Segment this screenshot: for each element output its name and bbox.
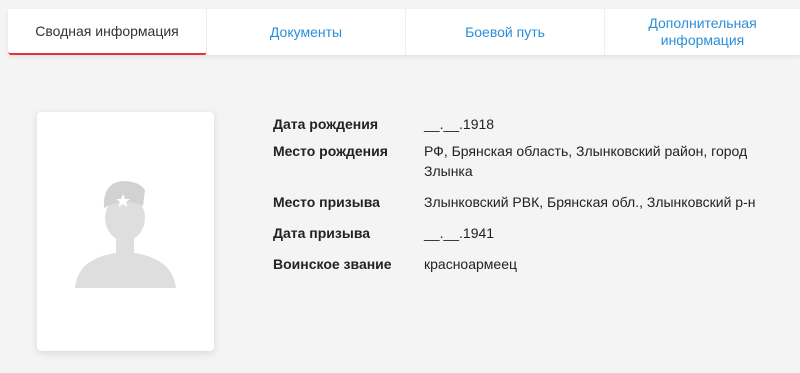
tab-combat-path-label: Боевой путь [465, 23, 545, 40]
tab-documents[interactable]: Документы [207, 9, 406, 55]
birth-place-value: РФ, Брянская область, Злынковский район,… [424, 143, 748, 179]
info-row-birth-place: Место рождения РФ, Брянская область, Злы… [273, 141, 793, 192]
tab-documents-label: Документы [269, 23, 343, 40]
rank-value: красноармеец [424, 256, 518, 272]
info-row-draft-place: Место призыва Злынковский РВК, Брянская … [273, 192, 793, 223]
tab-bar: Сводная информация Документы Боевой путь… [8, 9, 800, 55]
info-row-rank: Воинское звание красноармеец [273, 254, 793, 281]
birth-date-value: __.__.1918 [424, 116, 495, 132]
photo-card [37, 112, 214, 351]
draft-date-value: __.__.1941 [424, 225, 495, 241]
tab-summary-label: Сводная информация [35, 22, 179, 39]
tab-summary[interactable]: Сводная информация [8, 9, 207, 55]
draft-date-label: Дата призыва [273, 225, 371, 241]
draft-place-value: Злынковский РВК, Брянская обл., Злынковс… [424, 194, 756, 210]
tab-additional-info[interactable]: Дополнительная информация [605, 9, 800, 55]
tab-combat-path[interactable]: Боевой путь [406, 9, 605, 55]
birth-place-label: Место рождения [273, 143, 388, 159]
rank-label: Воинское звание [273, 256, 392, 272]
soldier-silhouette-placeholder-icon [75, 181, 176, 288]
info-row-draft-date: Дата призыва __.__.1941 [273, 223, 793, 254]
tab-additional-info-label: Дополнительная информация [648, 15, 757, 48]
info-table: Дата рождения __.__.1918 Место рождения … [273, 114, 793, 281]
draft-place-label: Место призыва [273, 194, 380, 210]
birth-date-label: Дата рождения [273, 116, 379, 132]
info-row-birth-date: Дата рождения __.__.1918 [273, 114, 793, 141]
